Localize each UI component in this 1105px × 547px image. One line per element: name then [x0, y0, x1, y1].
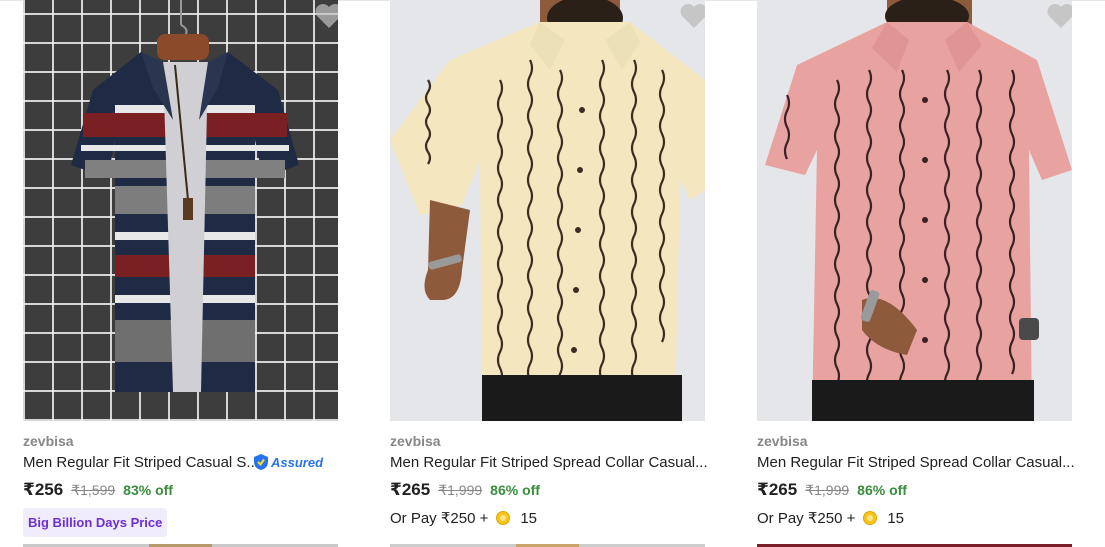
price-row: ₹265 ₹1,999 86% off: [390, 480, 540, 500]
supercoin-icon: [496, 511, 511, 525]
product-brand: zevbisa: [757, 433, 808, 449]
or-pay-coins: Or Pay ₹250 + 15: [390, 509, 538, 528]
product-image[interactable]: [757, 0, 1072, 421]
product-title[interactable]: Men Regular Fit Striped Casual S...: [23, 454, 259, 471]
product-title[interactable]: Men Regular Fit Striped Spread Collar Ca…: [390, 454, 708, 471]
price-row: ₹265 ₹1,999 86% off: [757, 480, 907, 500]
discount-label: 86% off: [857, 482, 907, 498]
wishlist-heart-icon[interactable]: [678, 0, 705, 32]
product-card[interactable]: zevbisa Men Regular Fit Striped Spread C…: [390, 0, 708, 547]
wishlist-heart-icon[interactable]: [1045, 0, 1072, 32]
original-price: ₹1,999: [805, 482, 850, 498]
assured-shield-icon: [254, 454, 268, 470]
product-image[interactable]: [23, 0, 338, 421]
or-pay-label: Or Pay ₹250 +: [757, 510, 856, 527]
original-price: ₹1,999: [438, 482, 483, 498]
selling-price: ₹256: [23, 480, 64, 499]
assured-badge: Assured: [253, 452, 323, 472]
discount-label: 83% off: [123, 482, 173, 498]
product-card[interactable]: zevbisa Men Regular Fit Striped Casual S…: [23, 0, 339, 547]
selling-price: ₹265: [757, 480, 798, 499]
or-pay-coins: Or Pay ₹250 + 15: [757, 509, 905, 528]
discount-label: 86% off: [490, 482, 540, 498]
or-pay-label: Or Pay ₹250 +: [390, 510, 489, 527]
offer-badge: Big Billion Days Price: [23, 508, 168, 537]
product-title[interactable]: Men Regular Fit Striped Spread Collar Ca…: [757, 454, 1075, 471]
supercoin-icon: [863, 511, 878, 525]
product-card[interactable]: zevbisa Men Regular Fit Striped Spread C…: [757, 0, 1075, 547]
product-brand: zevbisa: [390, 433, 441, 449]
price-row: ₹256 ₹1,599 83% off: [23, 480, 173, 500]
wishlist-heart-icon[interactable]: [313, 0, 338, 32]
original-price: ₹1,599: [71, 482, 116, 498]
coin-count: 15: [520, 509, 538, 527]
product-image[interactable]: [390, 0, 705, 421]
coin-count: 15: [887, 509, 905, 527]
assured-label: Assured: [271, 454, 324, 470]
product-brand: zevbisa: [23, 433, 74, 449]
selling-price: ₹265: [390, 480, 431, 499]
